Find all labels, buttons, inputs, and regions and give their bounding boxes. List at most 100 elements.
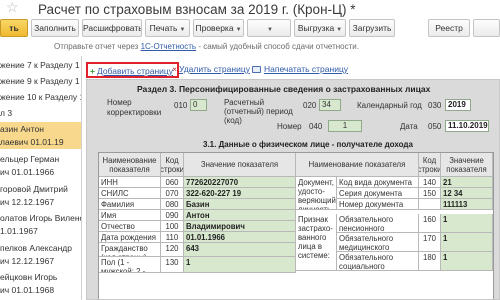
reporting-service-link[interactable]: 1С-Отчетность (141, 42, 197, 51)
row-value-field[interactable]: 1 (441, 214, 493, 233)
chevron-down-icon: ▼ (336, 27, 343, 33)
load-button[interactable]: Загрузить (349, 19, 395, 37)
row-name: Гражданство (код страны) (99, 243, 161, 257)
toolbar: ть Заполнить Расшифровать Печать ▼ Провер… (0, 19, 500, 37)
year-field[interactable]: 2019 (445, 99, 471, 111)
print-page-label: Напечатать страницу (264, 64, 349, 74)
fill-button[interactable]: Заполнить (31, 19, 79, 37)
date-field[interactable]: 11.10.2019 (445, 120, 489, 132)
upload-button[interactable]: Выгрузка ▼ (294, 19, 346, 37)
upload-label: Выгрузка (297, 23, 335, 33)
add-page-link[interactable]: + Добавить страницу (86, 62, 180, 78)
row-name: Обязательного социального страхования (1… (337, 252, 419, 271)
sidebar-item[interactable]: ич 12.12.1967 (0, 254, 81, 268)
sidebar-item-label: 1.01.1967 (0, 226, 38, 236)
sidebar-item-label: лаевич 01.01.19 (0, 137, 64, 147)
row-name: Дата рождения (99, 232, 161, 243)
row-code: 120 (161, 243, 184, 257)
row-name: Обязательного пенсионного страхования (1… (337, 214, 419, 233)
period-field[interactable]: 34 (319, 99, 341, 111)
row-value-field[interactable]: 643 (184, 243, 296, 257)
post-and-close-button[interactable]: ть (0, 19, 28, 37)
print-page-link[interactable]: Напечатать страницу (252, 62, 348, 78)
print-button[interactable]: Печать ▼ (145, 19, 190, 37)
sidebar-item-label: жение 7 к Разделу 1 * (0, 60, 82, 70)
row-value-field[interactable]: Антон (184, 210, 296, 221)
row-name: СНИЛС (99, 188, 161, 199)
sidebar-item-label: ич 12.12.1967 (0, 197, 55, 207)
chevron-down-icon: ▼ (179, 27, 186, 33)
sidebar-item-label: ейцковн Игорь (0, 272, 58, 282)
sidebar-item[interactable]: олатов Игорь Виленов (0, 211, 82, 225)
number-label: Номер (277, 122, 302, 131)
sidebar-item[interactable]: жение 10 к Разделу 1 (0, 90, 82, 104)
row-code: 130 (161, 257, 184, 273)
sidebar-item-label: олатов Игорь Виленов (0, 213, 82, 223)
row-value-field[interactable]: Владимирович (184, 221, 296, 232)
row-code: 060 (161, 177, 184, 188)
sidebar-item[interactable]: ейцковн Игорь (0, 270, 81, 284)
row-value-field[interactable]: 1 (441, 252, 493, 271)
row-value-field[interactable]: 111113 (441, 199, 493, 210)
insurance-group-label: Признак застрахо-ванного лица в системе: (296, 214, 337, 271)
info-prefix: Отправьте отчет через (54, 42, 139, 51)
close-icon: × (172, 64, 177, 74)
sidebar-item[interactable]: жение 9 к Разделу 1 (0, 74, 81, 88)
sidebar-item[interactable]: л 3 (0, 106, 81, 120)
row-value-field[interactable]: 21 (441, 177, 493, 188)
correction-label: Номер корректировки (107, 98, 162, 117)
row-name: Пол (1 - мужской; 2 - женский) (99, 257, 161, 273)
delete-page-link[interactable]: × Удалить страницу (172, 62, 250, 78)
row-value-field[interactable]: Базин (184, 199, 296, 210)
sidebar-item-label: жение 10 к Разделу 1 (0, 92, 82, 102)
period-label: Расчетный (отчетный) период (код) (224, 98, 293, 125)
row-name: Серия документа (337, 188, 419, 199)
add-page-label: Добавить страницу (96, 66, 174, 76)
header-value: Значение показателя (184, 153, 296, 177)
number-field[interactable]: 1 (328, 120, 362, 132)
sidebar-item[interactable]: лаевич 01.01.19 (0, 135, 81, 149)
row-code: 100 (161, 221, 184, 232)
row-code: 170 (419, 233, 441, 252)
info-text: Отправьте отчет через 1С-Отчетность - са… (54, 42, 359, 51)
row-code: 090 (161, 210, 184, 221)
row-code: 180 (419, 252, 441, 271)
sidebar-item[interactable]: горовой Дмитрий (0, 182, 81, 196)
sidebar-item[interactable]: ич 01.01.1966 (0, 165, 81, 179)
subsection-title: 3.1. Данные о физическом лице - получате… (203, 140, 413, 149)
chevron-down-icon: ▼ (235, 27, 242, 33)
row-value-field[interactable]: 1 (441, 233, 493, 252)
date-code: 050 (428, 122, 442, 131)
correction-field[interactable]: 0 (190, 99, 207, 111)
section-title: Раздел 3. Персонифицированные сведения о… (137, 84, 431, 94)
row-value-field[interactable]: 12 34 (441, 188, 493, 199)
more-button[interactable] (473, 19, 500, 37)
section3-form: Раздел 3. Персонифицированные сведения о… (86, 79, 500, 300)
print-label: Печать (149, 23, 178, 33)
check-button[interactable]: Проверка ▼ (193, 19, 244, 37)
row-value-field[interactable]: 772620227070 (184, 177, 296, 188)
header-value: Значение показателя (441, 153, 493, 177)
sections-sidebar: жение 7 к Разделу 1 * жение 9 к Разделу 1… (0, 56, 82, 300)
plus-icon: + (90, 66, 95, 76)
row-value-field[interactable]: 01.01.1966 (184, 232, 296, 243)
document-group-label: Документ, удосто-веряющий личность (296, 177, 337, 210)
sidebar-item[interactable]: жение 7 к Разделу 1 * (0, 58, 82, 72)
registry-button[interactable]: Реестр (428, 19, 470, 37)
sidebar-item[interactable]: ельцер Герман (0, 152, 81, 166)
sidebar-item[interactable]: пелков Александр (0, 241, 81, 255)
date-label: Дата (400, 122, 418, 131)
sidebar-item[interactable]: ич 12.12.1967 (0, 195, 81, 209)
row-value-field[interactable]: 1 (184, 257, 296, 273)
sidebar-item-label: горовой Дмитрий (0, 184, 68, 194)
row-value-field[interactable]: 322-620-227 19 (184, 188, 296, 199)
decode-button[interactable]: Расшифровать (82, 19, 142, 37)
sidebar-item[interactable]: азин Антон (0, 122, 81, 136)
sidebar-item[interactable]: ич 01.01.1968 (0, 283, 81, 297)
title-bar: ☆ Расчет по страховым взносам за 2019 г.… (0, 0, 500, 17)
sidebar-item[interactable]: 1.01.1967 (0, 224, 81, 238)
favorite-star-icon[interactable]: ☆ (6, 0, 19, 16)
page-actions: + Добавить страницу × Удалить страницу Нап… (82, 62, 500, 78)
send-button[interactable]: ▼ (247, 19, 291, 37)
sidebar-item-label: л 3 (0, 108, 13, 118)
